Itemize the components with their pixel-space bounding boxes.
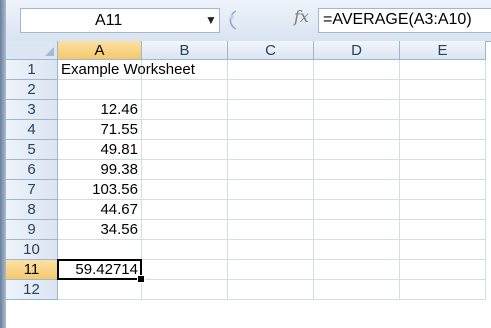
- select-all-corner[interactable]: [6, 41, 58, 60]
- cell-e4[interactable]: [400, 120, 486, 140]
- column-header-d[interactable]: D: [314, 41, 400, 60]
- cell-c12[interactable]: [228, 280, 314, 300]
- row-header-5[interactable]: 5: [6, 140, 58, 160]
- cell-e9[interactable]: [400, 220, 486, 240]
- cell-c10[interactable]: [228, 240, 314, 260]
- cell-e10[interactable]: [400, 240, 486, 260]
- row-header-6[interactable]: 6: [6, 160, 58, 180]
- cell-d5[interactable]: [314, 140, 400, 160]
- row-header-11[interactable]: 11: [6, 260, 58, 280]
- cell-c9[interactable]: [228, 220, 314, 240]
- cell-a6[interactable]: 99.38: [58, 160, 142, 180]
- column-header-c[interactable]: C: [228, 41, 314, 60]
- row-header-1[interactable]: 1: [6, 60, 58, 80]
- cell-a7[interactable]: 103.56: [58, 180, 142, 200]
- cell-a9[interactable]: 34.56: [58, 220, 142, 240]
- cell-a8[interactable]: 44.67: [58, 200, 142, 220]
- cell-c1[interactable]: [228, 60, 314, 80]
- column-header-e[interactable]: E: [400, 41, 486, 60]
- cell-d2[interactable]: [314, 80, 400, 100]
- cell-b12[interactable]: [142, 280, 228, 300]
- row-header-9[interactable]: 9: [6, 220, 58, 240]
- row-header-8[interactable]: 8: [6, 200, 58, 220]
- insert-function-circle-icon[interactable]: [222, 9, 240, 31]
- cell-b3[interactable]: [142, 100, 228, 120]
- cell-c8[interactable]: [228, 200, 314, 220]
- cell-b4[interactable]: [142, 120, 228, 140]
- cell-b6[interactable]: [142, 160, 228, 180]
- cell-c6[interactable]: [228, 160, 314, 180]
- cell-e11[interactable]: [400, 260, 486, 280]
- name-box-value: A11: [95, 12, 123, 29]
- column-header-a[interactable]: A: [58, 41, 142, 60]
- row-header-4[interactable]: 4: [6, 120, 58, 140]
- cell-e6[interactable]: [400, 160, 486, 180]
- row-header-7[interactable]: 7: [6, 180, 58, 200]
- fx-icon[interactable]: fx: [294, 7, 309, 26]
- cell-a3[interactable]: 12.46: [58, 100, 142, 120]
- cell-b9[interactable]: [142, 220, 228, 240]
- cell-a12[interactable]: [58, 280, 142, 300]
- cell-d6[interactable]: [314, 160, 400, 180]
- formula-input[interactable]: =AVERAGE(A3:A10): [318, 8, 491, 33]
- select-all-triangle-icon: [45, 47, 54, 56]
- cell-b8[interactable]: [142, 200, 228, 220]
- cell-e3[interactable]: [400, 100, 486, 120]
- cell-b7[interactable]: [142, 180, 228, 200]
- row-header-10[interactable]: 10: [6, 240, 58, 260]
- cell-d12[interactable]: [314, 280, 400, 300]
- cell-a4[interactable]: 71.55: [58, 120, 142, 140]
- cell-b5[interactable]: [142, 140, 228, 160]
- cell-c11[interactable]: [228, 260, 314, 280]
- cell-d11[interactable]: [314, 260, 400, 280]
- cell-e2[interactable]: [400, 80, 486, 100]
- cell-e8[interactable]: [400, 200, 486, 220]
- chevron-down-icon[interactable]: ▼: [205, 13, 217, 27]
- row-header-3[interactable]: 3: [6, 100, 58, 120]
- cell-a5[interactable]: 49.81: [58, 140, 142, 160]
- cell-c5[interactable]: [228, 140, 314, 160]
- formula-bar: A11 ▼ fx =AVERAGE(A3:A10): [6, 0, 491, 42]
- cell-a10[interactable]: [58, 240, 142, 260]
- cell-b1[interactable]: [142, 60, 228, 80]
- cell-d7[interactable]: [314, 180, 400, 200]
- cell-e12[interactable]: [400, 280, 486, 300]
- cell-c2[interactable]: [228, 80, 314, 100]
- excel-window: A11 ▼ fx =AVERAGE(A3:A10) A B C D E 1 Example …: [0, 0, 491, 328]
- cell-b11[interactable]: [142, 260, 228, 280]
- row-header-12[interactable]: 12: [6, 280, 58, 300]
- cell-c3[interactable]: [228, 100, 314, 120]
- column-header-b[interactable]: B: [142, 41, 228, 60]
- cell-a11[interactable]: 59.42714: [58, 260, 142, 280]
- cell-d10[interactable]: [314, 240, 400, 260]
- cell-d4[interactable]: [314, 120, 400, 140]
- cell-a2[interactable]: [58, 80, 142, 100]
- cell-a1[interactable]: Example Worksheet: [58, 60, 195, 80]
- cell-e1[interactable]: [400, 60, 486, 80]
- cell-c7[interactable]: [228, 180, 314, 200]
- cell-c4[interactable]: [228, 120, 314, 140]
- cell-b10[interactable]: [142, 240, 228, 260]
- cell-e5[interactable]: [400, 140, 486, 160]
- cell-d9[interactable]: [314, 220, 400, 240]
- cell-d3[interactable]: [314, 100, 400, 120]
- fill-handle[interactable]: [137, 275, 145, 283]
- name-box[interactable]: A11 ▼: [20, 8, 220, 33]
- cell-d1[interactable]: [314, 60, 400, 80]
- cell-d8[interactable]: [314, 200, 400, 220]
- row-header-2[interactable]: 2: [6, 80, 58, 100]
- cell-b2[interactable]: [142, 80, 228, 100]
- cell-e7[interactable]: [400, 180, 486, 200]
